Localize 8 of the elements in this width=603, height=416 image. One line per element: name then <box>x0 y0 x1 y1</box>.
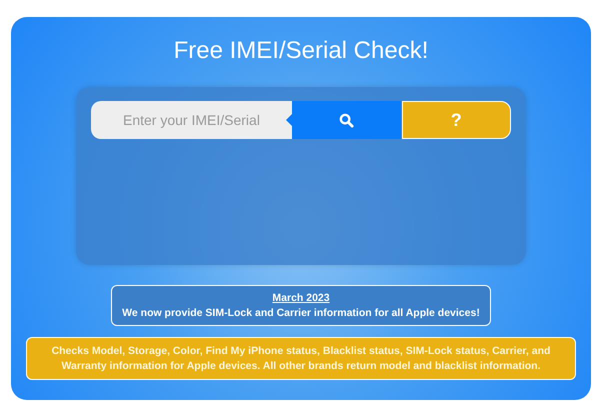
search-field[interactable]: Enter your IMEI/Serial <box>91 101 286 139</box>
notice-date: March 2023 <box>272 290 330 306</box>
info-box: Checks Model, Storage, Color, Find My iPhone status, Blacklist status, SIM-Lock status, Carrier, and Warranty information for Apple devices. All other brands return model and blacklist information. <box>26 337 576 380</box>
page-title: Free IMEI/Serial Check! <box>174 37 428 65</box>
notice-text: We now provide SIM-Lock and Carrier information for all Apple devices! <box>122 306 480 320</box>
search-icon <box>339 113 354 128</box>
search-button[interactable] <box>292 101 400 139</box>
help-button[interactable]: ? <box>402 101 511 139</box>
